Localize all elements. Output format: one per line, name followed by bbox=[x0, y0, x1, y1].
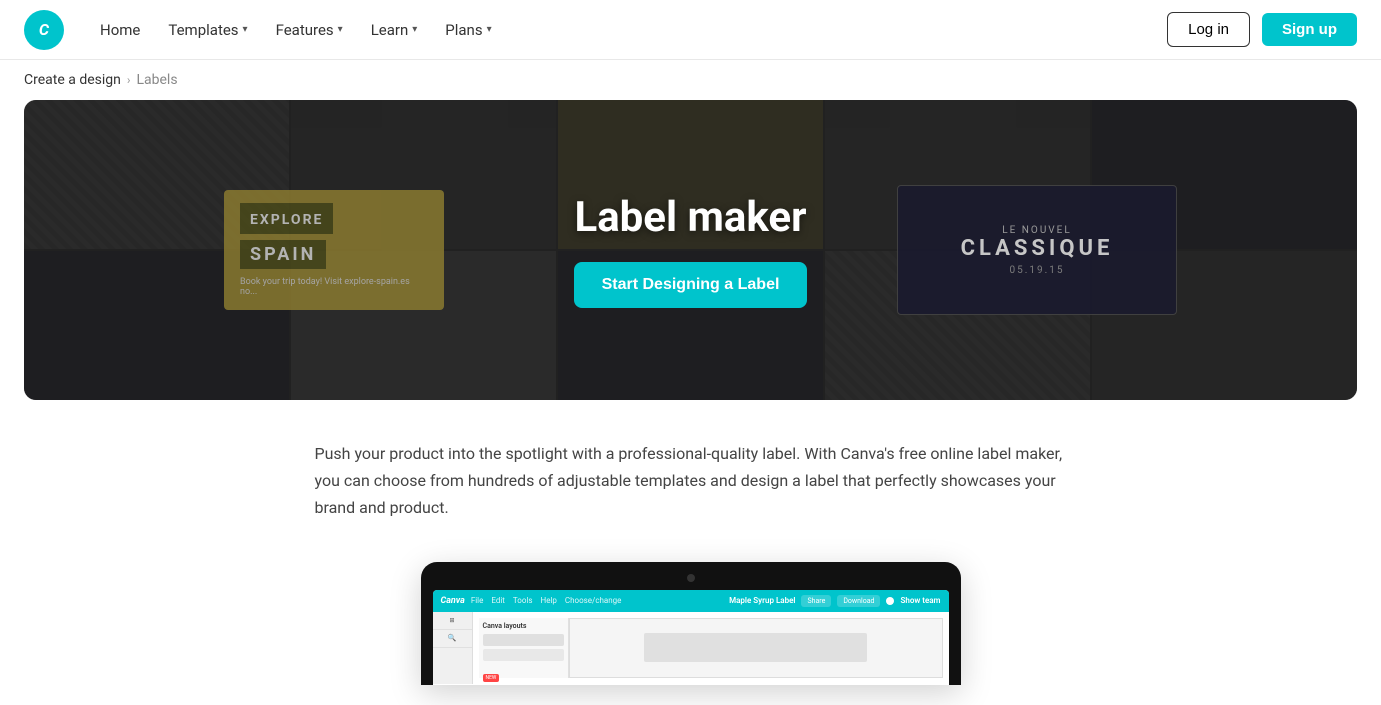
device-layouts-title: Canva layouts bbox=[483, 622, 564, 630]
device-screen-main: Canva layouts NEW bbox=[473, 612, 949, 684]
features-chevron-icon: ▾ bbox=[338, 24, 343, 35]
nav-learn[interactable]: Learn ▾ bbox=[359, 13, 430, 47]
breadcrumb: Create a design › Labels bbox=[0, 60, 1381, 100]
nav-plans[interactable]: Plans ▾ bbox=[433, 13, 503, 47]
device-show-team: Show team bbox=[900, 596, 940, 605]
device-menu-file[interactable]: File bbox=[471, 596, 484, 605]
device-screen-bar: Canva File Edit Tools Help Choose/change… bbox=[433, 590, 949, 612]
breadcrumb-parent[interactable]: Create a design bbox=[24, 72, 121, 88]
device-menu-tools[interactable]: Tools bbox=[513, 596, 533, 605]
device-preview-section: Canva File Edit Tools Help Choose/change… bbox=[0, 562, 1381, 705]
nav-templates-label: Templates bbox=[168, 21, 238, 39]
device-download-btn[interactable]: Download bbox=[837, 595, 880, 607]
device-sidebar-layers[interactable]: ⊞ bbox=[433, 612, 472, 630]
device-camera bbox=[687, 574, 695, 582]
nav-learn-label: Learn bbox=[371, 21, 409, 39]
device-canva-logo: Canva bbox=[441, 596, 465, 606]
breadcrumb-separator: › bbox=[127, 73, 131, 87]
device-layout-item-2 bbox=[483, 649, 564, 661]
device-sidebar-layers-label: ⊞ bbox=[449, 617, 454, 624]
device-toggle[interactable] bbox=[886, 597, 894, 605]
description-section: Push your product into the spotlight wit… bbox=[291, 440, 1091, 522]
device-layout-item-1 bbox=[483, 634, 564, 646]
nav-plans-label: Plans bbox=[445, 21, 482, 39]
hero-title: Label maker bbox=[574, 193, 806, 242]
device-canvas-inner bbox=[644, 633, 867, 662]
device-sidebar-search-icon: 🔍 bbox=[448, 634, 457, 642]
device-screen-content: ⊞ 🔍 Canva layouts NEW bbox=[433, 612, 949, 684]
nav-home-label: Home bbox=[100, 21, 140, 39]
login-button[interactable]: Log in bbox=[1167, 12, 1250, 47]
plans-chevron-icon: ▾ bbox=[487, 24, 492, 35]
nav-features-label: Features bbox=[276, 21, 334, 39]
device-menu-bar: File Edit Tools Help Choose/change bbox=[471, 596, 622, 605]
logo-text: C bbox=[39, 20, 49, 39]
nav-home[interactable]: Home bbox=[88, 13, 152, 47]
nav-auth: Log in Sign up bbox=[1167, 12, 1357, 47]
navbar: C Home Templates ▾ Features ▾ Learn ▾ Pl… bbox=[0, 0, 1381, 60]
hero-banner: Explore Spain Book your trip today! Visi… bbox=[24, 100, 1357, 400]
device-menu-edit[interactable]: Edit bbox=[491, 596, 505, 605]
description-text: Push your product into the spotlight wit… bbox=[315, 440, 1067, 522]
nav-templates[interactable]: Templates ▾ bbox=[156, 13, 259, 47]
device-share-btn[interactable]: Share bbox=[801, 595, 831, 607]
signup-button[interactable]: Sign up bbox=[1262, 13, 1357, 46]
device-layouts-panel: Canva layouts NEW bbox=[479, 618, 569, 678]
device-screen: Canva File Edit Tools Help Choose/change… bbox=[433, 590, 949, 685]
hero-center-content: Label maker Start Designing a Label bbox=[24, 100, 1357, 400]
device-bar-right: Maple Syrup Label Share Download Show te… bbox=[729, 595, 940, 607]
device-sidebar: ⊞ 🔍 bbox=[433, 612, 473, 684]
device-menu-help[interactable]: Help bbox=[541, 596, 557, 605]
breadcrumb-current: Labels bbox=[136, 72, 177, 88]
device-title: Maple Syrup Label bbox=[729, 596, 795, 605]
device-frame: Canva File Edit Tools Help Choose/change… bbox=[421, 562, 961, 685]
templates-chevron-icon: ▾ bbox=[243, 24, 248, 35]
nav-links: Home Templates ▾ Features ▾ Learn ▾ Plan… bbox=[88, 13, 1167, 47]
learn-chevron-icon: ▾ bbox=[412, 24, 417, 35]
device-new-badge: NEW bbox=[483, 674, 500, 682]
device-sidebar-search[interactable]: 🔍 bbox=[433, 630, 472, 648]
canva-logo[interactable]: C bbox=[24, 10, 64, 50]
nav-features[interactable]: Features ▾ bbox=[264, 13, 355, 47]
device-menu-choose[interactable]: Choose/change bbox=[565, 596, 622, 605]
start-designing-button[interactable]: Start Designing a Label bbox=[574, 262, 808, 308]
device-canvas bbox=[569, 618, 943, 678]
